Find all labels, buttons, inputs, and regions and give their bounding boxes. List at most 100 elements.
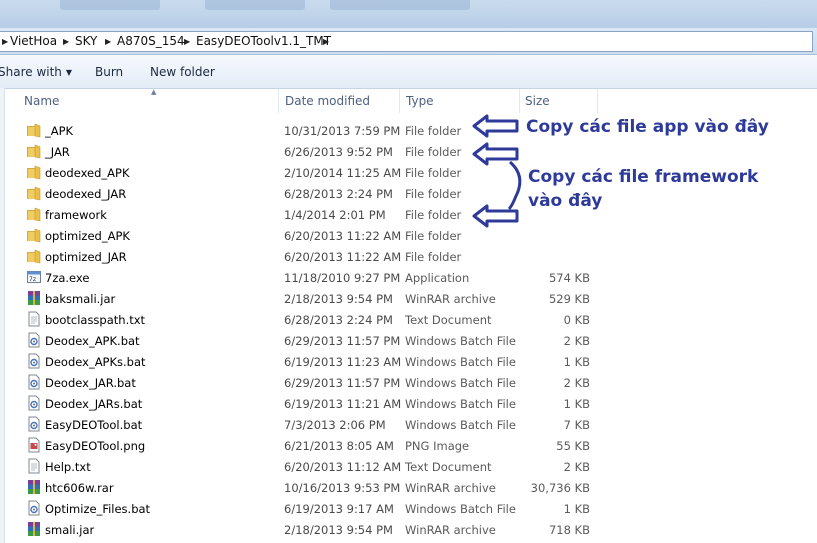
file-row[interactable]: 7z 7za.exe 11/18/2010 9:27 PM Application 57… bbox=[5, 267, 598, 288]
file-name: _JAR bbox=[45, 145, 70, 159]
file-date-modified: 7/3/2013 2:06 PM bbox=[284, 418, 386, 432]
breadcrumb-item[interactable]: EasyDEOToolv1.1_TMT bbox=[196, 34, 331, 48]
file-date-modified: 6/20/2013 11:22 AM bbox=[284, 250, 402, 264]
column-divider[interactable] bbox=[597, 89, 598, 113]
file-name: Deodex_APK.bat bbox=[45, 334, 140, 348]
file-name: Help.txt bbox=[45, 460, 91, 474]
file-name: baksmali.jar bbox=[45, 292, 116, 306]
file-row[interactable]: deodexed_JAR 6/28/2013 2:24 PM File folder bbox=[5, 183, 598, 204]
file-date-modified: 10/16/2013 9:53 PM bbox=[284, 481, 401, 495]
file-date-modified: 2/18/2013 9:54 PM bbox=[284, 523, 393, 537]
file-row[interactable]: EasyDEOTool.bat 7/3/2013 2:06 PM Windows B… bbox=[5, 414, 598, 435]
file-type: WinRAR archive bbox=[405, 292, 496, 306]
file-name: Deodex_APKs.bat bbox=[45, 355, 146, 369]
column-divider[interactable] bbox=[278, 89, 279, 113]
column-header-name[interactable]: Name bbox=[24, 89, 59, 113]
file-row[interactable]: Optimize_Files.bat 6/19/2013 9:17 AM Windo… bbox=[5, 498, 598, 519]
file-row[interactable]: Deodex_APK.bat 6/29/2013 11:57 PM Windows … bbox=[5, 330, 598, 351]
chevron-right-icon[interactable]: ▶ bbox=[2, 37, 8, 46]
file-row[interactable]: Deodex_JAR.bat 6/29/2013 11:57 PM Windows … bbox=[5, 372, 598, 393]
folder-icon bbox=[26, 164, 42, 180]
file-size: 7 KB bbox=[563, 418, 590, 432]
file-size: 2 KB bbox=[563, 334, 590, 348]
folder-icon bbox=[26, 143, 42, 159]
file-size: 718 KB bbox=[548, 523, 590, 537]
file-date-modified: 2/18/2013 9:54 PM bbox=[284, 292, 393, 306]
column-divider[interactable] bbox=[519, 89, 520, 113]
file-date-modified: 6/29/2013 11:57 PM bbox=[284, 376, 401, 390]
chevron-right-icon[interactable]: ▶ bbox=[184, 37, 190, 46]
batch-file-icon bbox=[26, 332, 42, 348]
burn-button[interactable]: Burn bbox=[95, 65, 123, 79]
batch-file-icon bbox=[26, 416, 42, 432]
file-type: File folder bbox=[405, 208, 462, 222]
file-name: Deodex_JAR.bat bbox=[45, 376, 136, 390]
exe-icon: 7z bbox=[26, 269, 42, 285]
breadcrumb[interactable]: ▶ VietHoa ▶ SKY ▶ A870S_154 ▶ EasyDEOToo… bbox=[0, 31, 813, 52]
breadcrumb-item[interactable]: VietHoa bbox=[10, 34, 57, 48]
file-name: Optimize_Files.bat bbox=[45, 502, 151, 516]
file-row[interactable]: optimized_APK 6/20/2013 11:22 AM File fold… bbox=[5, 225, 598, 246]
file-date-modified: 6/19/2013 11:23 AM bbox=[284, 355, 402, 369]
winrar-icon bbox=[26, 290, 42, 306]
file-date-modified: 10/31/2013 7:59 PM bbox=[284, 124, 401, 138]
annotation-copy-app: Copy các file app vào đây bbox=[526, 117, 769, 137]
breadcrumb-item[interactable]: A870S_154 bbox=[117, 34, 185, 48]
new-folder-button[interactable]: New folder bbox=[150, 65, 215, 79]
file-name: smali.jar bbox=[45, 523, 95, 537]
breadcrumb-item[interactable]: SKY bbox=[75, 34, 97, 48]
chevron-right-icon[interactable]: ▶ bbox=[105, 37, 111, 46]
text-file-icon bbox=[26, 311, 42, 327]
sort-ascending-icon: ▲ bbox=[151, 88, 157, 96]
file-row[interactable]: optimized_JAR 6/20/2013 11:22 AM File fold… bbox=[5, 246, 598, 267]
file-row[interactable]: Help.txt 6/20/2013 11:12 AM Text Document 2… bbox=[5, 456, 598, 477]
file-size: 1 KB bbox=[563, 397, 590, 411]
file-date-modified: 6/29/2013 11:57 PM bbox=[284, 334, 401, 348]
annotation-copy-framework-line2: vào đây bbox=[528, 191, 603, 211]
file-row[interactable]: framework 1/4/2014 2:01 PM File folder bbox=[5, 204, 598, 225]
winrar-icon bbox=[26, 479, 42, 495]
file-row[interactable]: Deodex_APKs.bat 6/19/2013 11:23 AM Windows… bbox=[5, 351, 598, 372]
file-row[interactable]: deodexed_APK 2/10/2014 11:25 AM File folde… bbox=[5, 162, 598, 183]
batch-file-icon bbox=[26, 353, 42, 369]
file-name: optimized_APK bbox=[45, 229, 130, 243]
file-row[interactable]: bootclasspath.txt 6/28/2013 2:24 PM Text D… bbox=[5, 309, 598, 330]
file-size: 2 KB bbox=[563, 376, 590, 390]
column-header-row: ▲ Name Date modified Type Size bbox=[5, 88, 598, 114]
file-row[interactable]: baksmali.jar 2/18/2013 9:54 PM WinRAR arch… bbox=[5, 288, 598, 309]
file-date-modified: 6/26/2013 9:52 PM bbox=[284, 145, 393, 159]
file-date-modified: 6/28/2013 2:24 PM bbox=[284, 187, 393, 201]
chevron-right-icon[interactable]: ▶ bbox=[323, 37, 329, 46]
file-row[interactable]: _APK 10/31/2013 7:59 PM File folder bbox=[5, 120, 598, 141]
file-type: File folder bbox=[405, 250, 462, 264]
file-row[interactable]: Deodex_JARs.bat 6/19/2013 11:21 AM Windows… bbox=[5, 393, 598, 414]
column-divider[interactable] bbox=[399, 89, 400, 113]
file-type: Windows Batch File bbox=[405, 355, 516, 369]
file-name: bootclasspath.txt bbox=[45, 313, 146, 327]
file-type: PNG Image bbox=[405, 439, 470, 453]
address-bar: ▶ VietHoa ▶ SKY ▶ A870S_154 ▶ EasyDEOToo… bbox=[0, 28, 817, 55]
file-name: optimized_JAR bbox=[45, 250, 127, 264]
column-header-type[interactable]: Type bbox=[406, 89, 434, 113]
file-size: 574 KB bbox=[548, 271, 590, 285]
file-type: Windows Batch File bbox=[405, 418, 516, 432]
file-row[interactable]: EasyDEOTool.png 6/21/2013 8:05 AM PNG Imag… bbox=[5, 435, 598, 456]
file-row[interactable]: htc606w.rar 10/16/2013 9:53 PM WinRAR arch… bbox=[5, 477, 598, 498]
batch-file-icon bbox=[26, 374, 42, 390]
folder-icon bbox=[26, 227, 42, 243]
file-row[interactable]: smali.jar 2/18/2013 9:54 PM WinRAR archive… bbox=[5, 519, 598, 540]
svg-text:7z: 7z bbox=[29, 276, 36, 283]
file-type: WinRAR archive bbox=[405, 523, 496, 537]
file-date-modified: 6/20/2013 11:12 AM bbox=[284, 460, 402, 474]
column-header-date[interactable]: Date modified bbox=[285, 89, 370, 113]
file-type: File folder bbox=[405, 187, 462, 201]
file-type: Windows Batch File bbox=[405, 376, 516, 390]
column-header-size[interactable]: Size bbox=[525, 89, 550, 113]
chevron-right-icon[interactable]: ▶ bbox=[63, 37, 69, 46]
share-with-button[interactable]: Share with ▼ bbox=[0, 65, 72, 79]
file-name: deodexed_JAR bbox=[45, 187, 127, 201]
file-size: 55 KB bbox=[556, 439, 590, 453]
folder-icon bbox=[26, 185, 42, 201]
file-date-modified: 2/10/2014 11:25 AM bbox=[284, 166, 402, 180]
file-row[interactable]: _JAR 6/26/2013 9:52 PM File folder bbox=[5, 141, 598, 162]
